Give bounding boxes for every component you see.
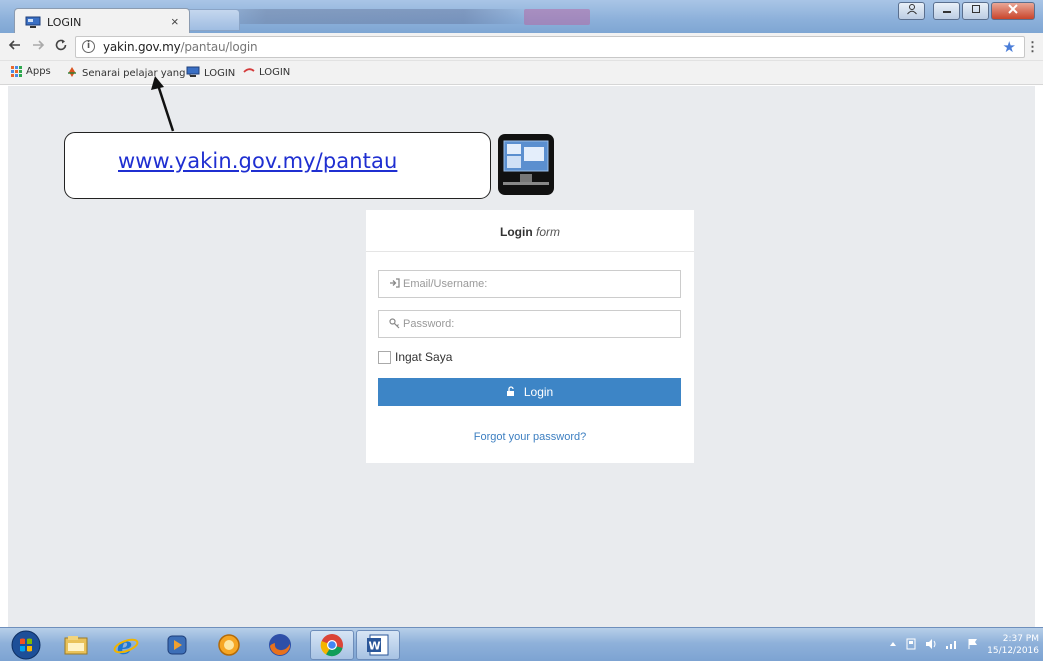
password-field[interactable] (378, 310, 681, 338)
login-button-label: Login (523, 385, 554, 399)
heading-bold: Login (500, 225, 533, 239)
background-window-strip (200, 9, 530, 24)
close-window-icon[interactable] (991, 2, 1035, 20)
window-controls (898, 2, 1035, 22)
tab-close-icon[interactable]: × (171, 14, 179, 29)
bookmark-senarai-label: Senarai pelajar yang l (82, 68, 192, 79)
tab-login[interactable]: LOGIN × (14, 8, 190, 35)
swoosh-logo-icon (243, 66, 255, 79)
monitor-app-icon (497, 133, 555, 196)
login-form-heading: Login form (366, 210, 694, 252)
bookmark-star-icon[interactable]: ★ (1003, 38, 1016, 56)
tab-title: LOGIN (47, 16, 82, 29)
bookmark-login-2[interactable]: LOGIN (243, 66, 290, 79)
bookmark-login-1[interactable]: LOGIN (186, 66, 235, 81)
bookmark-login-2-label: LOGIN (259, 67, 291, 78)
flame-logo-icon (66, 66, 78, 81)
minimize-icon[interactable] (933, 2, 960, 20)
email-input[interactable] (403, 275, 673, 293)
sign-in-icon (389, 278, 400, 291)
action-center-flag-icon[interactable] (967, 638, 979, 652)
heading-italic: form (536, 225, 560, 239)
bookmark-login-1-label: LOGIN (204, 68, 236, 79)
login-button[interactable]: Login (378, 378, 681, 406)
browser-toolbar: i yakin.gov.my/pantau/login ★ ⋮ (0, 33, 1043, 61)
menu-dots-icon[interactable]: ⋮ (1026, 39, 1039, 55)
password-input[interactable] (403, 315, 673, 333)
background-window-strip-2 (524, 9, 590, 25)
callout-url-text: www.yakin.gov.my/pantau (118, 149, 398, 173)
url-path: /pantau/login (180, 40, 258, 54)
start-button[interactable] (4, 630, 48, 660)
reload-icon[interactable] (54, 38, 68, 56)
url-callout-box: www.yakin.gov.my/pantau (64, 132, 491, 199)
remember-label: Ingat Saya (395, 350, 453, 364)
show-hidden-icons-icon[interactable] (889, 640, 897, 650)
svg-text:W: W (369, 640, 381, 653)
taskbar-clock[interactable]: 2:37 PM 15/12/2016 (987, 633, 1039, 657)
url-text: yakin.gov.my/pantau/login (103, 40, 258, 54)
unlock-icon (506, 386, 519, 399)
clock-date: 15/12/2016 (987, 646, 1039, 656)
bookmarks-bar: Apps Senarai pelajar yang l LOGIN LOGIN (0, 61, 1043, 85)
remember-checkbox[interactable] (378, 350, 391, 364)
file-explorer-icon[interactable] (54, 630, 98, 660)
monitor-favicon-icon (25, 16, 41, 34)
network-device-icon[interactable] (905, 638, 917, 652)
signal-bars-icon[interactable] (945, 638, 959, 652)
word-icon[interactable]: W (356, 630, 400, 660)
login-panel: Login form Ingat Saya Login Forgot your … (366, 210, 694, 463)
clock-time: 2:37 PM (1002, 634, 1039, 644)
windows-taskbar: e W 2:37 PM 15/12/2016 (0, 627, 1043, 661)
system-tray: 2:37 PM 15/12/2016 (889, 630, 1039, 660)
bookmark-senarai-pelajar[interactable]: Senarai pelajar yang l (66, 66, 191, 81)
info-icon[interactable]: i (82, 40, 95, 53)
volume-icon[interactable] (925, 638, 937, 652)
user-profile-icon[interactable] (898, 2, 925, 20)
media-player-icon[interactable] (155, 630, 199, 660)
forgot-password-link[interactable]: Forgot your password? (366, 431, 694, 443)
back-arrow-icon[interactable] (8, 38, 22, 56)
email-field[interactable] (378, 270, 681, 298)
svg-text:e: e (117, 632, 132, 658)
address-bar[interactable]: i yakin.gov.my/pantau/login ★ (75, 36, 1025, 58)
url-domain: yakin.gov.my (103, 40, 181, 54)
monitor-favicon-icon (186, 66, 200, 81)
firefox-icon[interactable] (258, 630, 302, 660)
forward-arrow-icon[interactable] (31, 38, 45, 56)
chrome-icon[interactable] (310, 630, 354, 660)
restore-icon[interactable] (962, 2, 989, 20)
remember-me[interactable]: Ingat Saya (378, 350, 452, 364)
apps-grid-icon (11, 66, 22, 77)
messenger-icon[interactable] (207, 630, 251, 660)
internet-explorer-icon[interactable]: e (104, 630, 148, 660)
browser-titlebar: LOGIN × (0, 0, 1043, 35)
bookmark-apps-label: Apps (26, 66, 51, 77)
bookmark-apps[interactable]: Apps (11, 66, 51, 77)
key-icon (389, 318, 400, 332)
